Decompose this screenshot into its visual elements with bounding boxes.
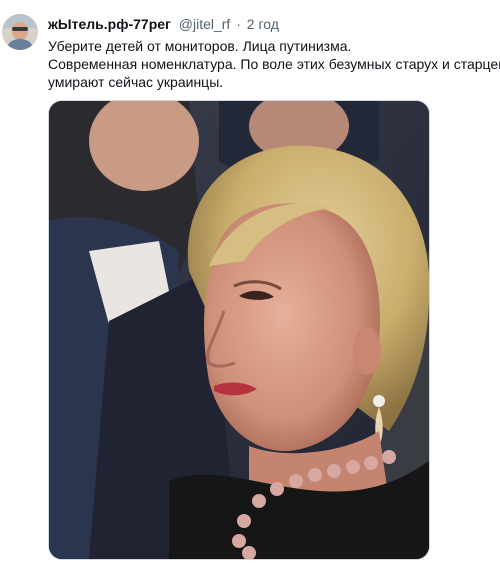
- display-name[interactable]: жЫтель.рф-77рег: [48, 16, 171, 32]
- user-handle[interactable]: @jitel_rf: [179, 16, 231, 32]
- avatar-image: [2, 14, 38, 50]
- tweet-text-line: Уберите детей от мониторов. Лица путиниз…: [48, 38, 352, 54]
- tweet[interactable]: жЫтель.рф-77рег @jitel_rf · 2 год Уберит…: [0, 0, 500, 569]
- tweet-text-line: Современная номенклатура. По воле этих б…: [48, 56, 500, 72]
- avatar[interactable]: [2, 14, 38, 50]
- timestamp[interactable]: 2 год: [247, 16, 279, 32]
- tweet-text: Уберите детей от мониторов. Лица путиниз…: [48, 37, 500, 91]
- tweet-photo[interactable]: [48, 100, 430, 560]
- photo-image: [49, 101, 429, 559]
- tweet-header: жЫтель.рф-77рег @jitel_rf · 2 год: [48, 15, 279, 33]
- separator-dot: ·: [236, 16, 241, 32]
- tweet-text-line: умирают сейчас украинцы.: [48, 74, 224, 90]
